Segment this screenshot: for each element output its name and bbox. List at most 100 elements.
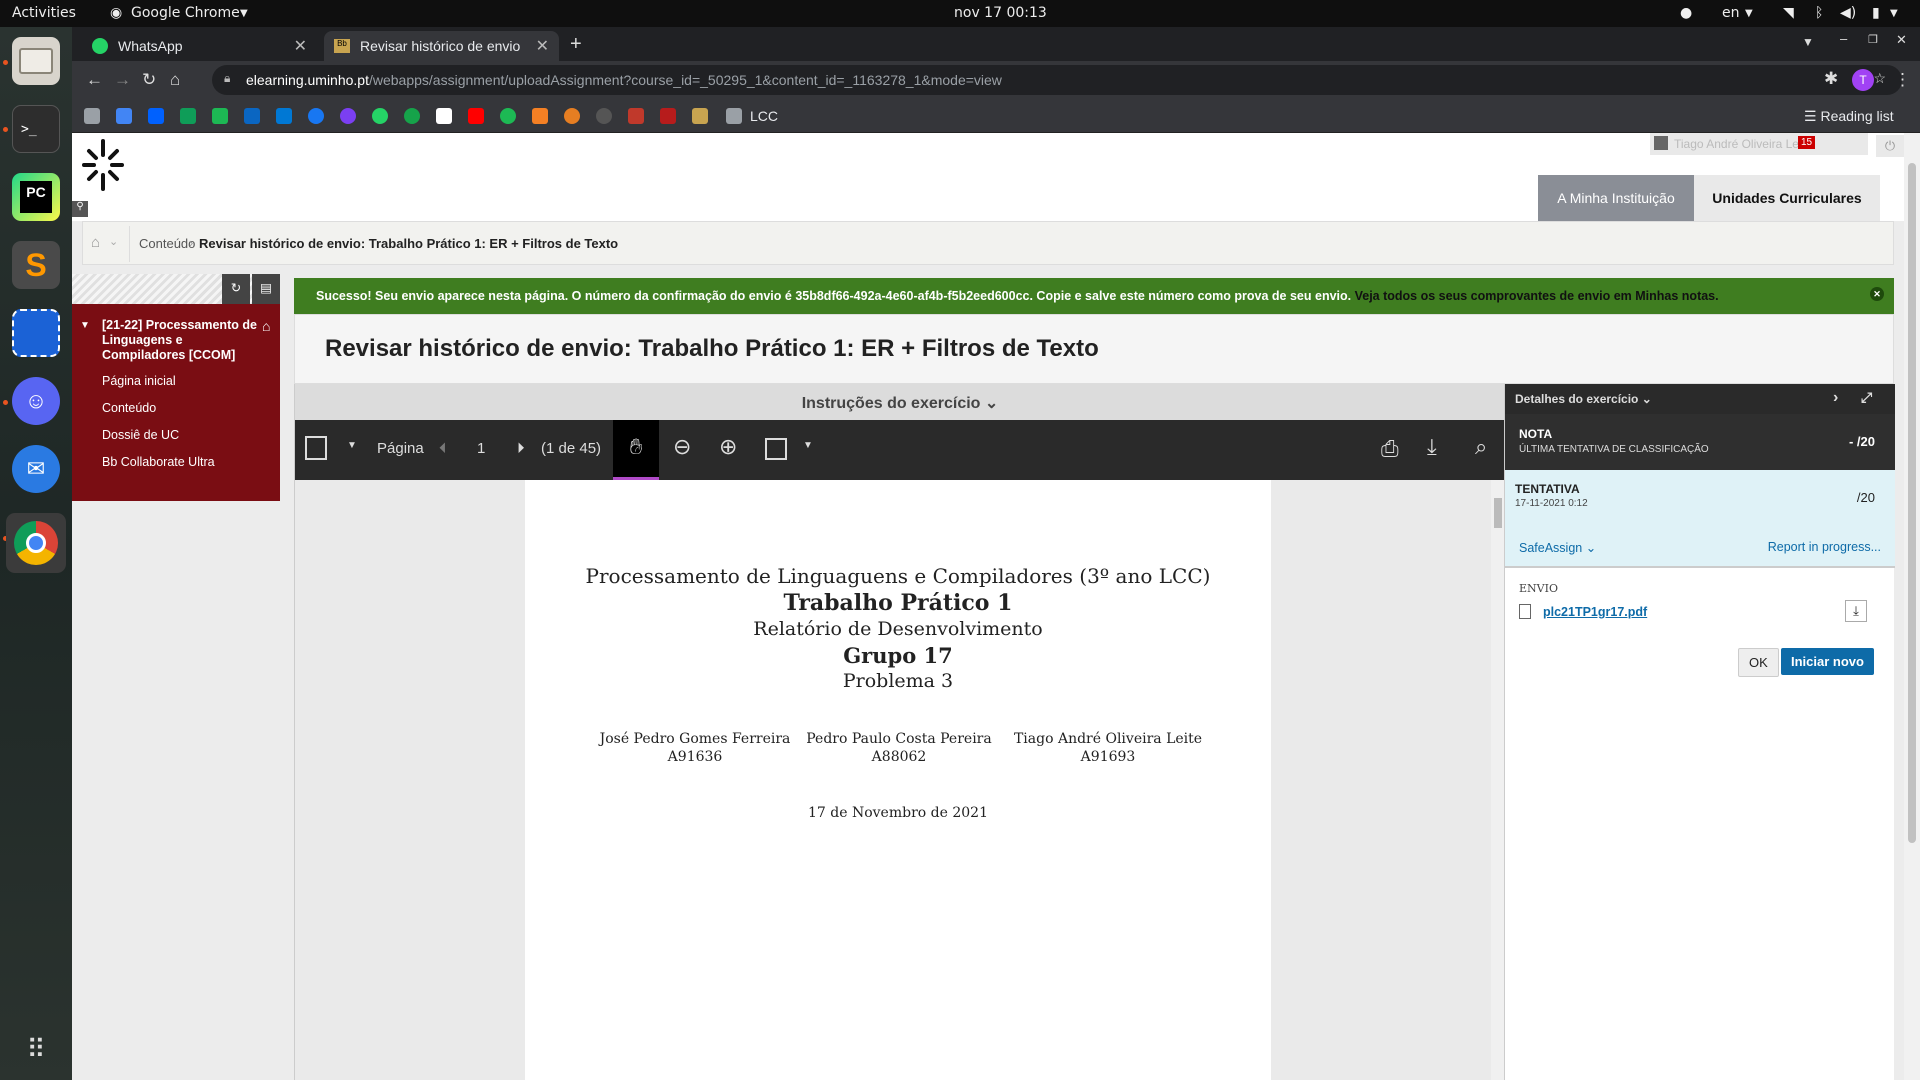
github-icon[interactable] (596, 108, 612, 124)
download-icon[interactable]: ⤓ (1427, 434, 1437, 460)
activities-button[interactable]: Activities (12, 5, 76, 21)
success-link[interactable]: Veja todos os seus comprovantes de envio… (1355, 289, 1719, 303)
bookmark-folder-lcc[interactable]: LCC (750, 108, 778, 124)
tab-search-icon[interactable]: ▼ (1802, 35, 1814, 49)
scroll-thumb[interactable] (1908, 163, 1916, 843)
battery-icon[interactable]: ▮ (1872, 5, 1880, 21)
pdf-scrollbar[interactable] (1491, 480, 1505, 1080)
menu-item-conteudo[interactable]: Conteúdo (102, 401, 156, 415)
youtube-icon[interactable] (468, 108, 484, 124)
hand-tool-icon[interactable]: ✋︎ (613, 420, 659, 480)
reload-icon[interactable]: ↻ (142, 70, 156, 90)
more-menu-icon[interactable]: ⋮ (1894, 70, 1911, 90)
profile-avatar[interactable]: T (1852, 69, 1874, 91)
tab-unidades-curriculares[interactable]: Unidades Curriculares (1694, 175, 1880, 221)
folder-icon[interactable] (84, 108, 100, 124)
home-icon[interactable]: ⌂ (262, 318, 270, 334)
home-icon[interactable]: ⌂ (170, 70, 180, 90)
minimize-button[interactable]: – (1840, 31, 1847, 46)
close-window-button[interactable]: ✕ (1896, 32, 1907, 48)
linkedin-icon[interactable] (244, 108, 260, 124)
home-icon[interactable]: ⌂ (91, 234, 100, 251)
user-bar[interactable]: Tiago André Oliveira Leite 15 (1650, 133, 1868, 155)
zoom-in-icon[interactable]: ⊕ (719, 434, 737, 460)
file-link[interactable]: plc21TP1gr17.pdf (1543, 605, 1647, 619)
drive-icon[interactable] (180, 108, 196, 124)
files-icon[interactable] (12, 37, 60, 85)
collapse-triangle-icon[interactable]: ▼ (80, 320, 90, 331)
pdf-canvas[interactable]: Processamento de Linguaguens e Compilado… (295, 480, 1505, 1080)
feedly-icon[interactable] (404, 108, 420, 124)
tab-minha-instituicao[interactable]: A Minha Instituição (1538, 175, 1694, 221)
close-icon[interactable]: ✕ (294, 36, 307, 56)
tab-whatsapp[interactable]: WhatsApp ✕ (82, 31, 317, 61)
discord-tray-icon[interactable]: ● (1680, 5, 1692, 21)
wattpad-icon[interactable] (436, 108, 452, 124)
address-bar[interactable]: 🔒︎ elearning.uminho.pt/webapps/assignmen… (212, 65, 1902, 95)
translate-icon[interactable] (116, 108, 132, 124)
star-icon[interactable] (660, 108, 676, 124)
extensions-icon[interactable]: ✱ (1824, 69, 1838, 89)
notification-badge[interactable]: 15 (1798, 136, 1816, 149)
safeassign-toggle[interactable]: SafeAssign ⌄ (1519, 540, 1596, 555)
sidebar-toggle-icon[interactable] (305, 436, 327, 460)
dropbox-icon[interactable] (148, 108, 164, 124)
chevron-right-icon[interactable]: › (1833, 389, 1838, 407)
menu-item-pagina-inicial[interactable]: Página inicial (102, 374, 176, 388)
chevron-down-icon[interactable]: ▼ (803, 440, 813, 451)
scroll-thumb[interactable] (1494, 498, 1502, 528)
bluetooth-icon[interactable]: ᛒ (1815, 5, 1823, 21)
menu-item-collaborate[interactable]: Bb Collaborate Ultra (102, 455, 215, 469)
folder-icon[interactable] (726, 108, 742, 124)
course-title[interactable]: [21-22] Processamento de Linguagens e Co… (102, 318, 264, 363)
chevron-down-icon[interactable]: ⌄ (109, 235, 118, 248)
forward-icon[interactable]: → (114, 70, 131, 90)
system-menu-chevron-icon[interactable]: ▼ (1890, 8, 1898, 19)
terminal-icon[interactable]: >_ (12, 105, 60, 153)
chrome-icon[interactable] (6, 513, 66, 573)
chevron-down-icon[interactable]: ▼ (347, 440, 357, 451)
whatsapp-icon[interactable] (372, 108, 388, 124)
user-name[interactable]: Tiago André Oliveira Leite (1674, 137, 1812, 151)
messenger-icon[interactable] (340, 108, 356, 124)
start-new-button[interactable]: Iniciar novo (1781, 648, 1874, 675)
stackoverflow-icon[interactable] (532, 108, 548, 124)
page-scrollbar[interactable] (1904, 133, 1920, 1080)
expand-icon[interactable]: ⤢ (1861, 389, 1872, 406)
facebook-icon[interactable] (308, 108, 324, 124)
folder-view-icon[interactable]: ▤ (252, 274, 280, 304)
logout-icon[interactable]: ⏻ (1876, 135, 1904, 157)
close-icon[interactable]: ✕ (1870, 287, 1884, 301)
blackboard-icon[interactable] (692, 108, 708, 124)
search-icon[interactable]: ⌕ (1475, 434, 1487, 460)
breadcrumb-conteudo[interactable]: Conteúdo (139, 236, 195, 251)
reading-list[interactable]: ☰ Reading list (1804, 108, 1894, 125)
pycharm-icon[interactable]: PC (12, 173, 60, 221)
bookmark-icon[interactable] (212, 108, 228, 124)
app-menu[interactable]: Google Chrome (131, 5, 240, 21)
new-tab-button[interactable]: + (570, 33, 582, 56)
prev-page-icon[interactable]: ⏴ (439, 440, 447, 457)
gear-icon[interactable] (564, 108, 580, 124)
wifi-icon[interactable]: ◥ (1783, 5, 1794, 21)
zoom-out-icon[interactable]: ⊖ (673, 434, 691, 460)
outlook-icon[interactable] (276, 108, 292, 124)
volume-icon[interactable]: ◀) (1840, 5, 1856, 21)
uminho-icon[interactable] (628, 108, 644, 124)
close-icon[interactable]: ✕ (536, 36, 549, 56)
discord-icon[interactable]: ☺ (12, 377, 60, 425)
bookmark-star-icon[interactable]: ☆ (1873, 70, 1886, 87)
restore-button[interactable]: ❐ (1868, 33, 1878, 46)
show-apps-icon[interactable]: ⠿ (12, 1025, 60, 1073)
fit-page-icon[interactable] (765, 438, 787, 460)
tab-revisar[interactable]: Bb Revisar histórico de envio ✕ (324, 31, 559, 61)
back-icon[interactable]: ← (86, 70, 103, 90)
download-icon[interactable]: ⤓ (1845, 600, 1867, 622)
sublime-icon[interactable]: S (12, 241, 60, 289)
screenshot-icon[interactable] (12, 309, 60, 357)
page-input[interactable]: 1 (477, 440, 485, 457)
instructions-toggle[interactable]: Instruções do exercício ⌄ (295, 384, 1505, 420)
menu-item-dossie[interactable]: Dossiê de UC (102, 428, 179, 442)
clock[interactable]: nov 17 00:13 (954, 5, 1047, 21)
spotify-icon[interactable] (500, 108, 516, 124)
